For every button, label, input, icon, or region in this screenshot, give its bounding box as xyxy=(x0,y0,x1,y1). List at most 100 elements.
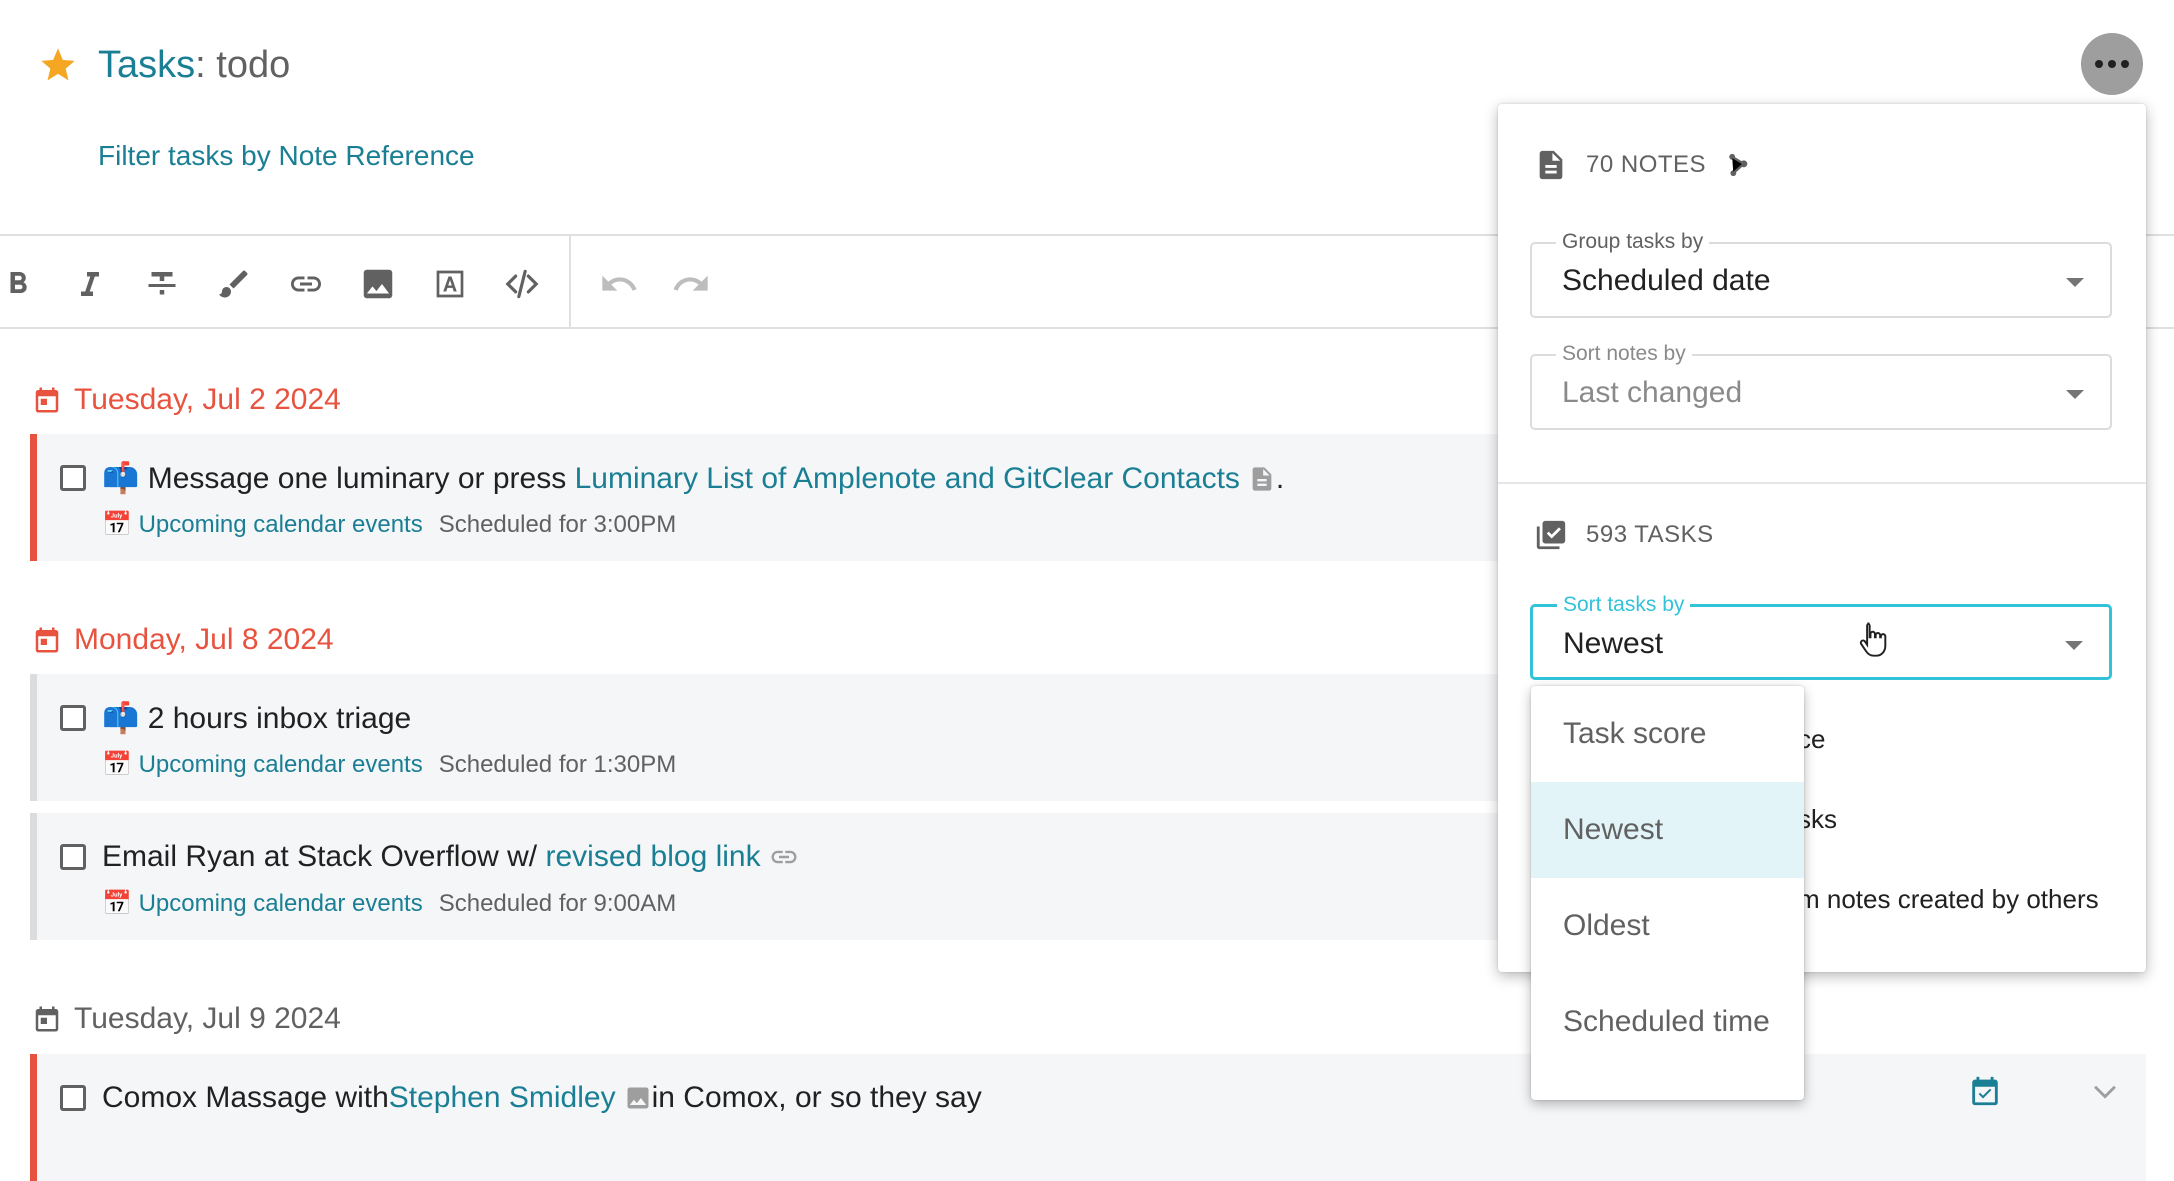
scheduled-time: Scheduled for 3:00PM xyxy=(438,510,677,538)
bold-button[interactable] xyxy=(0,262,40,306)
panel-divider xyxy=(1498,482,2146,484)
source-note-link[interactable]: Upcoming calendar events xyxy=(139,511,423,539)
more-dot-icon xyxy=(2108,60,2116,68)
expand-task-button[interactable] xyxy=(2088,1074,2122,1108)
task-checkbox[interactable] xyxy=(60,1085,86,1111)
task-row: 📫 2 hours inbox triage 📅 Upcoming calend… xyxy=(30,674,1500,801)
menu-option-oldest[interactable]: Oldest xyxy=(1531,878,1804,974)
calendar-icon xyxy=(35,1006,59,1032)
sort-tasks-menu: Task score Newest Oldest Scheduled time xyxy=(1531,686,1804,1100)
date-label: Tuesday, Jul 2 2024 xyxy=(74,383,341,416)
menu-option-newest[interactable]: Newest xyxy=(1531,782,1804,878)
group-tasks-label: Group tasks by xyxy=(1556,230,1710,254)
notes-section-heading: 70 NOTES xyxy=(1534,148,1752,182)
more-dot-icon xyxy=(2095,60,2103,68)
more-dot-icon xyxy=(2121,60,2129,68)
task-text-before: 2 hours inbox triage xyxy=(147,701,412,735)
task-row: Email Ryan at Stack Overflow w/ revised … xyxy=(30,813,1500,940)
group-tasks-value: Scheduled date xyxy=(1562,264,1771,297)
task-status-bar xyxy=(30,813,37,940)
task-text: 📫 2 hours inbox triage xyxy=(102,701,411,736)
hand-cursor-icon xyxy=(1856,620,1890,662)
calendar-emoji: 📅 xyxy=(102,511,132,538)
sort-notes-label: Sort notes by xyxy=(1556,342,1692,366)
sort-notes-select[interactable]: Sort notes by Last changed xyxy=(1530,342,2112,430)
calendar-emoji: 📅 xyxy=(102,890,132,917)
tasks-count: 593 TASKS xyxy=(1586,521,1714,548)
italic-button[interactable] xyxy=(68,262,112,306)
undo-icon xyxy=(602,275,637,291)
task-text-before: Email Ryan at Stack Overflow w/ xyxy=(102,840,538,873)
date-group-header: Monday, Jul 8 2024 xyxy=(32,623,334,657)
date-group-header: Tuesday, Jul 9 2024 xyxy=(32,1002,341,1036)
source-note-link[interactable]: Upcoming calendar events xyxy=(139,890,423,918)
option-label-partial: ce xyxy=(1798,724,1826,754)
task-text-after: . xyxy=(1275,461,1285,495)
sort-tasks-select[interactable]: Sort tasks by Newest xyxy=(1530,593,2112,680)
code-icon xyxy=(505,269,539,299)
title-main: Tasks xyxy=(98,44,196,86)
dropdown-arrow-icon xyxy=(2066,278,2084,287)
schedule-task-button[interactable] xyxy=(1968,1074,2002,1108)
task-text: Email Ryan at Stack Overflow w/ revised … xyxy=(102,840,799,874)
task-meta: 📅 Upcoming calendar events Scheduled for … xyxy=(102,889,676,918)
option-label-partial: m notes created by others xyxy=(1798,884,2099,914)
task-status-bar xyxy=(30,1054,37,1181)
task-text: 📫 Message one luminary or press Luminary… xyxy=(102,461,1284,496)
redo-button[interactable] xyxy=(669,262,713,306)
text-box-button[interactable] xyxy=(428,262,472,306)
text-box-icon xyxy=(436,270,464,298)
external-link[interactable]: revised blog link xyxy=(545,840,760,874)
person-link[interactable]: Stephen Smidley xyxy=(389,1081,616,1115)
link-button[interactable] xyxy=(284,262,328,306)
option-label-partial: sks xyxy=(1798,804,1837,834)
more-options-button[interactable] xyxy=(2081,33,2143,95)
task-checkbox[interactable] xyxy=(60,465,86,491)
calendar-icon xyxy=(35,387,59,413)
menu-option-task-score[interactable]: Task score xyxy=(1531,686,1804,782)
brush-icon xyxy=(219,270,248,298)
calendar-icon xyxy=(35,627,59,653)
title-sub: todo xyxy=(216,44,291,86)
scheduled-time: Scheduled for 1:30PM xyxy=(438,750,677,778)
italic-icon xyxy=(81,272,99,296)
task-text: Comox Massage with Stephen Smidley in Co… xyxy=(102,1081,982,1115)
checklist-icon xyxy=(1536,520,1566,550)
filter-by-note-reference-link[interactable]: Filter tasks by Note Reference xyxy=(98,140,475,172)
link-icon xyxy=(291,276,321,292)
image-icon xyxy=(363,269,393,299)
document-icon xyxy=(1539,150,1563,180)
sort-notes-value: Last changed xyxy=(1562,376,1743,409)
star-icon[interactable] xyxy=(38,45,78,85)
task-checkbox[interactable] xyxy=(60,705,86,731)
dropdown-arrow-icon xyxy=(2065,641,2083,650)
image-button[interactable] xyxy=(356,262,400,306)
undo-button[interactable] xyxy=(597,262,641,306)
strikethrough-icon xyxy=(148,272,176,295)
bold-icon xyxy=(10,272,27,293)
chevron-down-icon xyxy=(2094,1085,2116,1099)
link-icon xyxy=(771,850,797,864)
strikethrough-button[interactable] xyxy=(140,262,184,306)
group-tasks-select[interactable]: Group tasks by Scheduled date xyxy=(1530,230,2112,318)
task-checkbox[interactable] xyxy=(60,844,86,870)
document-icon xyxy=(1252,466,1272,491)
task-meta: 📅 Upcoming calendar events Scheduled for … xyxy=(102,510,676,539)
task-status-bar xyxy=(30,434,37,561)
task-row: 📫 Message one luminary or press Luminary… xyxy=(30,434,1500,561)
task-text-before: Message one luminary or press xyxy=(147,461,567,495)
dropdown-arrow-icon xyxy=(2066,390,2084,399)
date-label: Monday, Jul 8 2024 xyxy=(74,623,334,656)
menu-option-scheduled-time[interactable]: Scheduled time xyxy=(1531,974,1804,1070)
notes-count: 70 NOTES xyxy=(1586,151,1707,178)
source-note-link[interactable]: Upcoming calendar events xyxy=(139,751,423,779)
task-row: Comox Massage with Stephen Smidley in Co… xyxy=(30,1054,2146,1181)
code-button[interactable] xyxy=(500,262,544,306)
task-emoji: 📫 xyxy=(102,462,140,495)
calendar-emoji: 📅 xyxy=(102,751,132,778)
highlight-button[interactable] xyxy=(212,262,256,306)
sort-tasks-value: Newest xyxy=(1563,627,1664,660)
scheduled-time: Scheduled for 9:00AM xyxy=(438,889,677,917)
note-link[interactable]: Luminary List of Amplenote and GitClear … xyxy=(575,462,1240,496)
graph-icon xyxy=(1729,153,1748,177)
